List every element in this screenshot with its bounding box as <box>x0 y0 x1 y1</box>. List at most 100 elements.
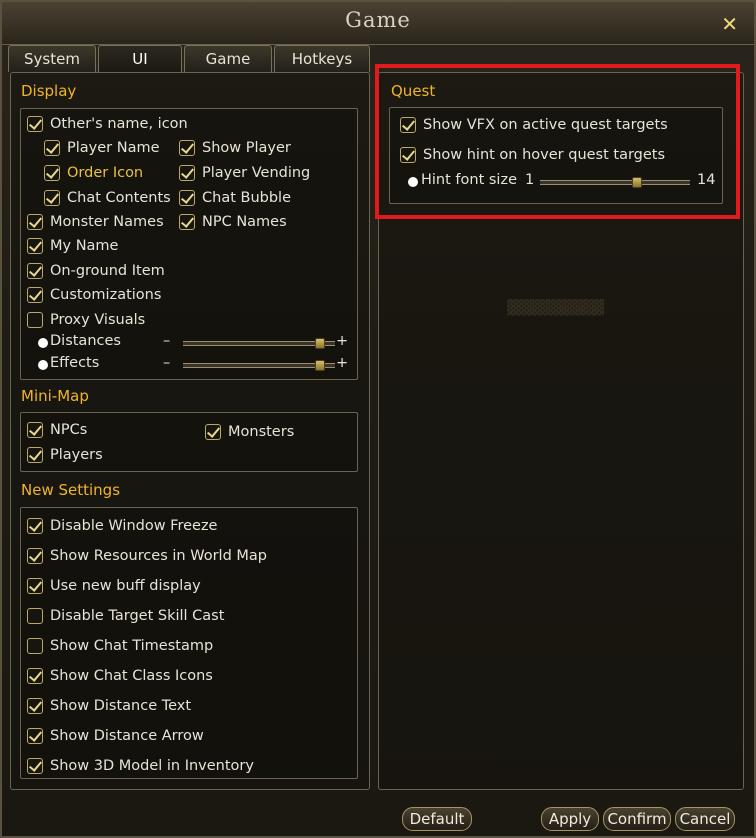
checkbox-checked-icon[interactable] <box>400 147 416 163</box>
display-option-player-name[interactable]: Player Name <box>44 137 160 159</box>
checkbox-checked-icon[interactable] <box>27 758 43 774</box>
checkbox-checked-icon[interactable] <box>27 238 43 254</box>
option-label: Show Chat Class Icons <box>50 668 213 684</box>
checkbox-checked-icon[interactable] <box>27 116 43 132</box>
checkbox-checked-icon[interactable] <box>179 140 195 156</box>
minimap-option-players[interactable]: Players <box>27 444 103 466</box>
slider-plus[interactable]: + <box>336 333 348 349</box>
option-label: Other's name, icon <box>50 116 188 132</box>
window-title: Game <box>345 8 411 32</box>
display-option-show-player[interactable]: Show Player <box>179 137 291 159</box>
display-option-my-name[interactable]: My Name <box>27 235 118 257</box>
option-label: Show VFX on active quest targets <box>423 117 668 133</box>
new-option-use-new-buff-display[interactable]: Use new buff display <box>27 575 201 597</box>
checkbox-checked-icon[interactable] <box>179 165 195 181</box>
bullet-icon <box>38 338 48 348</box>
confirm-button[interactable]: Confirm <box>603 807 671 831</box>
slider-plus[interactable]: + <box>336 355 348 371</box>
checkbox-checked-icon[interactable] <box>44 165 60 181</box>
new-option-show-distance-arrow[interactable]: Show Distance Arrow <box>27 725 204 747</box>
background-art: ▓▓▓▓▓▓▓▓▓ <box>507 300 604 316</box>
display-option-player-vending[interactable]: Player Vending <box>179 162 310 184</box>
new-option-show-3d-model-inventory[interactable]: Show 3D Model in Inventory <box>27 755 254 777</box>
option-label: Order Icon <box>67 165 144 181</box>
display-option-customizations[interactable]: Customizations <box>27 284 161 306</box>
distances-slider-track[interactable] <box>183 338 335 349</box>
option-label: On-ground Item <box>50 263 165 279</box>
option-label: Show Distance Text <box>50 698 192 714</box>
quest-option-show-hint[interactable]: Show hint on hover quest targets <box>400 144 665 166</box>
quest-option-show-vfx[interactable]: Show VFX on active quest targets <box>400 114 668 136</box>
checkbox-unchecked-icon[interactable] <box>27 608 43 624</box>
option-label: Disable Window Freeze <box>50 518 218 534</box>
checkbox-checked-icon[interactable] <box>27 287 43 303</box>
checkbox-checked-icon[interactable] <box>205 424 221 440</box>
checkbox-checked-icon[interactable] <box>27 422 43 438</box>
cancel-button[interactable]: Cancel <box>675 807 735 831</box>
hint-font-size-slider-track[interactable] <box>540 177 690 188</box>
tab-hotkeys[interactable]: Hotkeys <box>274 45 370 72</box>
slider-minus[interactable]: – <box>163 333 170 349</box>
checkbox-checked-icon[interactable] <box>44 140 60 156</box>
close-icon[interactable]: ✕ <box>721 12 738 36</box>
checkbox-checked-icon[interactable] <box>27 698 43 714</box>
checkbox-checked-icon[interactable] <box>27 548 43 564</box>
distances-slider-thumb[interactable] <box>315 338 326 349</box>
checkbox-checked-icon[interactable] <box>179 214 195 230</box>
checkbox-checked-icon[interactable] <box>179 190 195 206</box>
effects-slider-thumb[interactable] <box>315 360 326 371</box>
new-option-disable-window-freeze[interactable]: Disable Window Freeze <box>27 515 217 537</box>
option-label: NPC Names <box>202 214 287 230</box>
effects-slider-track[interactable] <box>183 360 335 371</box>
distances-label: Distances <box>50 333 121 349</box>
minimap-option-monsters[interactable]: Monsters <box>205 421 294 443</box>
checkbox-checked-icon[interactable] <box>27 578 43 594</box>
option-label: Monsters <box>228 424 295 440</box>
slider-minus[interactable]: – <box>163 355 170 371</box>
display-option-chat-bubble[interactable]: Chat Bubble <box>179 187 291 209</box>
display-option-on-ground-item[interactable]: On-ground Item <box>27 260 165 282</box>
default-button[interactable]: Default <box>402 807 472 831</box>
bullet-icon <box>408 177 418 187</box>
display-option-proxy-visuals[interactable]: Proxy Visuals <box>27 309 145 331</box>
new-option-show-resources-world-map[interactable]: Show Resources in World Map <box>27 545 267 567</box>
display-option-monster-names[interactable]: Monster Names <box>27 211 164 233</box>
hint-font-size-row: Hint font size 1 14 <box>408 172 718 192</box>
tab-ui[interactable]: UI <box>98 45 182 72</box>
option-label: Player Vending <box>202 165 311 181</box>
display-option-others-name-icon[interactable]: Other's name, icon <box>27 113 188 135</box>
new-option-disable-target-skill-cast[interactable]: Disable Target Skill Cast <box>27 605 224 627</box>
apply-button[interactable]: Apply <box>541 807 599 831</box>
option-label: Proxy Visuals <box>50 312 146 328</box>
option-label: Show Chat Timestamp <box>50 638 214 654</box>
checkbox-unchecked-icon[interactable] <box>27 312 43 328</box>
checkbox-unchecked-icon[interactable] <box>27 638 43 654</box>
tab-system[interactable]: System <box>8 45 96 72</box>
option-label: Show 3D Model in Inventory <box>50 758 254 774</box>
minimap-option-npcs[interactable]: NPCs <box>27 419 87 441</box>
checkbox-checked-icon[interactable] <box>27 447 43 463</box>
distances-slider-row: Distances – + <box>38 333 358 353</box>
checkbox-checked-icon[interactable] <box>44 190 60 206</box>
option-label: Show hint on hover quest targets <box>423 147 666 163</box>
checkbox-checked-icon[interactable] <box>27 728 43 744</box>
new-option-show-chat-class-icons[interactable]: Show Chat Class Icons <box>27 665 213 687</box>
display-option-npc-names[interactable]: NPC Names <box>179 211 287 233</box>
checkbox-checked-icon[interactable] <box>400 117 416 133</box>
option-label: Players <box>50 447 103 463</box>
effects-label: Effects <box>50 355 100 371</box>
new-option-show-distance-text[interactable]: Show Distance Text <box>27 695 191 717</box>
title-bar[interactable]: Game ✕ <box>2 2 754 45</box>
checkbox-checked-icon[interactable] <box>27 518 43 534</box>
checkbox-checked-icon[interactable] <box>27 214 43 230</box>
checkbox-checked-icon[interactable] <box>27 668 43 684</box>
hint-font-size-slider-thumb[interactable] <box>632 177 643 188</box>
tab-game[interactable]: Game <box>184 45 272 72</box>
checkbox-checked-icon[interactable] <box>27 263 43 279</box>
option-label: Disable Target Skill Cast <box>50 608 225 624</box>
option-label: Show Player <box>202 140 291 156</box>
option-label: Chat Contents <box>67 190 171 206</box>
display-option-order-icon[interactable]: Order Icon <box>44 162 143 184</box>
display-option-chat-contents[interactable]: Chat Contents <box>44 187 171 209</box>
new-option-show-chat-timestamp[interactable]: Show Chat Timestamp <box>27 635 213 657</box>
